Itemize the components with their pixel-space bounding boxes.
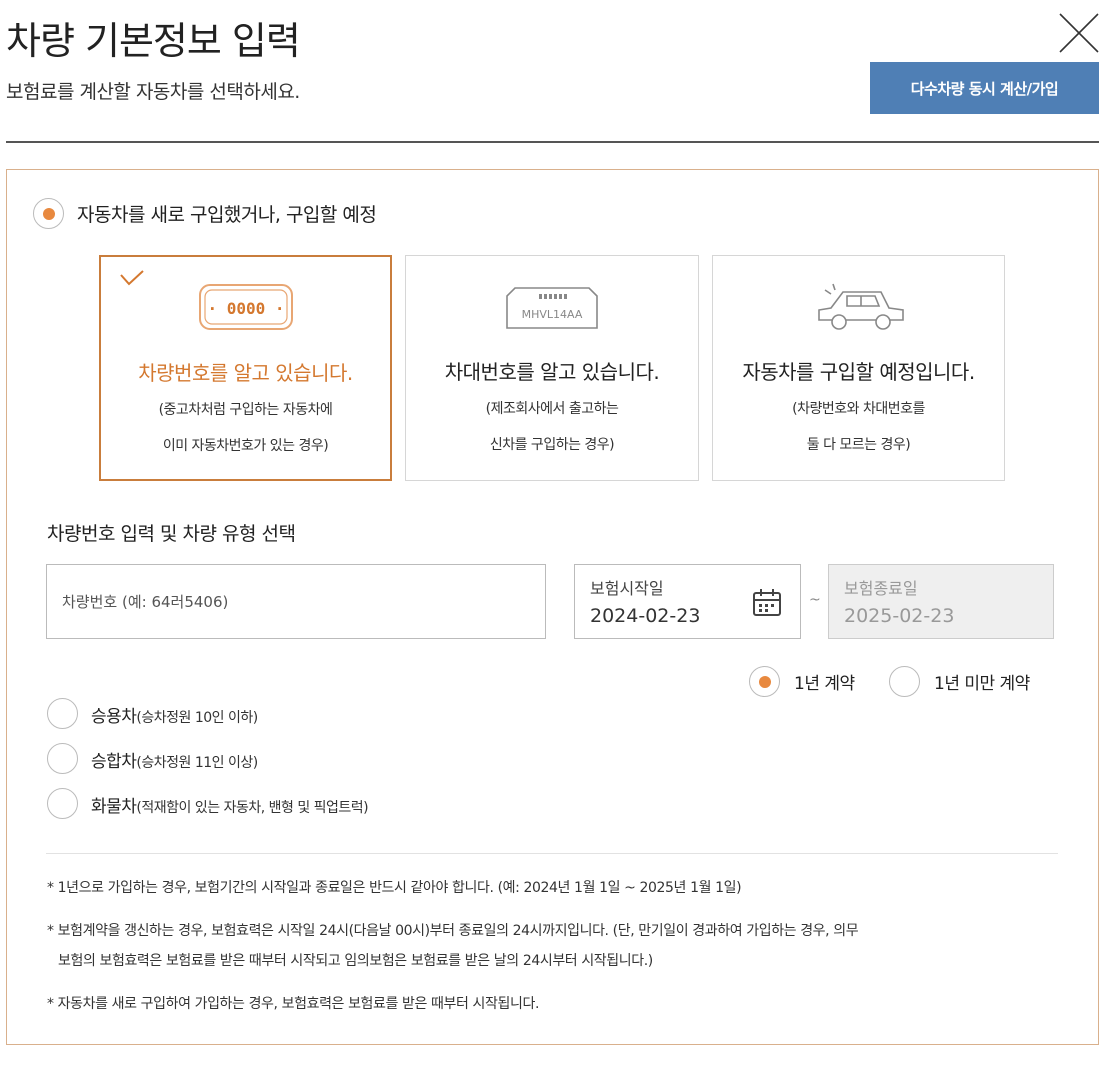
end-date-field: 보험종료일 2025-02-23	[828, 564, 1054, 639]
vehicle-type-truck-radio[interactable]	[47, 788, 78, 819]
new-purchase-radio[interactable]	[33, 198, 64, 229]
card-planned-title: 자동차를 구입할 예정입니다.	[742, 360, 975, 384]
card-plate-number[interactable]: · 0000 · 차량번호를 알고 있습니다. (중고차처럼 구입하는 자동차에…	[99, 255, 392, 481]
vehicle-type-truck-label: 화물차(적재함이 있는 자동차, 밴형 및 픽업트럭)	[91, 797, 369, 817]
card-vin-desc-2: 신차를 구입하는 경우)	[489, 437, 615, 453]
header-divider	[6, 141, 1099, 143]
under-one-year-contract-radio[interactable]	[889, 666, 920, 697]
start-date-label: 보험시작일	[590, 579, 664, 598]
start-date-field[interactable]: 보험시작일 2024-02-23	[574, 564, 801, 639]
vehicle-type-passenger-radio[interactable]	[47, 698, 78, 729]
note-3: * 자동차를 새로 구입하여 가입하는 경우, 보험효력은 보험료를 받은 때부…	[47, 996, 540, 1012]
close-icon[interactable]	[1058, 12, 1100, 54]
check-icon	[119, 269, 145, 291]
vehicle-type-van-label: 승합차(승차정원 11인 이상)	[91, 752, 258, 772]
svg-text:· 0000 ·: · 0000 ·	[207, 299, 284, 318]
license-plate-icon: · 0000 ·	[198, 281, 293, 337]
plate-number-field	[46, 564, 546, 639]
card-vin-title: 차대번호를 알고 있습니다.	[444, 360, 660, 384]
start-date-value: 2024-02-23	[590, 605, 701, 627]
card-planned-desc-1: (차량번호와 차대번호를	[792, 401, 925, 417]
multi-vehicle-button[interactable]: 다수차량 동시 계산/가입	[870, 62, 1099, 114]
one-year-contract-radio[interactable]	[749, 666, 780, 697]
card-planned-desc-2: 둘 다 모르는 경우)	[806, 437, 911, 453]
page-subtitle: 보험료를 계산할 자동차를 선택하세요.	[6, 81, 300, 103]
one-year-contract-label: 1년 계약	[794, 674, 855, 694]
svg-text:MHVL14AA: MHVL14AA	[522, 308, 583, 321]
card-vin-number[interactable]: MHVL14AA 차대번호를 알고 있습니다. (제조회사에서 출고하는 신차를…	[405, 255, 699, 481]
new-purchase-label: 자동차를 새로 구입했거나, 구입할 예정	[77, 204, 377, 226]
end-date-value: 2025-02-23	[844, 605, 955, 627]
note-2-continued: 보험의 보험효력은 보험료를 받은 때부터 시작되고 임의보험은 보험료를 받은…	[58, 953, 653, 969]
vehicle-section-heading: 차량번호 입력 및 차량 유형 선택	[47, 523, 296, 545]
card-vin-desc-1: (제조회사에서 출고하는	[485, 401, 619, 417]
date-range-separator: ~	[809, 592, 821, 608]
card-plate-desc-2: 이미 자동차번호가 있는 경우)	[162, 438, 329, 454]
note-2: * 보험계약을 갱신하는 경우, 보험효력은 시작일 24시(다음날 00시)부…	[47, 923, 859, 939]
vehicle-type-van-radio[interactable]	[47, 743, 78, 774]
end-date-label: 보험종료일	[844, 579, 918, 598]
note-1: * 1년으로 가입하는 경우, 보험기간의 시작일과 종료일은 반드시 같아야 …	[47, 880, 742, 896]
plate-number-input[interactable]	[47, 565, 545, 638]
card-planned-purchase[interactable]: 자동차를 구입할 예정입니다. (차량번호와 차대번호를 둘 다 모르는 경우)	[712, 255, 1005, 481]
under-one-year-contract-label: 1년 미만 계약	[934, 674, 1030, 694]
page-title: 차량 기본정보 입력	[6, 19, 301, 63]
card-plate-desc-1: (중고차처럼 구입하는 자동차에	[158, 402, 333, 418]
vin-plate-icon: MHVL14AA	[505, 280, 599, 336]
notes-divider	[46, 853, 1058, 854]
card-plate-title: 차량번호를 알고 있습니다.	[138, 361, 353, 385]
vehicle-type-passenger-label: 승용차(승차정원 10인 이하)	[91, 707, 258, 727]
calendar-icon[interactable]	[751, 587, 783, 623]
car-icon	[811, 280, 907, 340]
